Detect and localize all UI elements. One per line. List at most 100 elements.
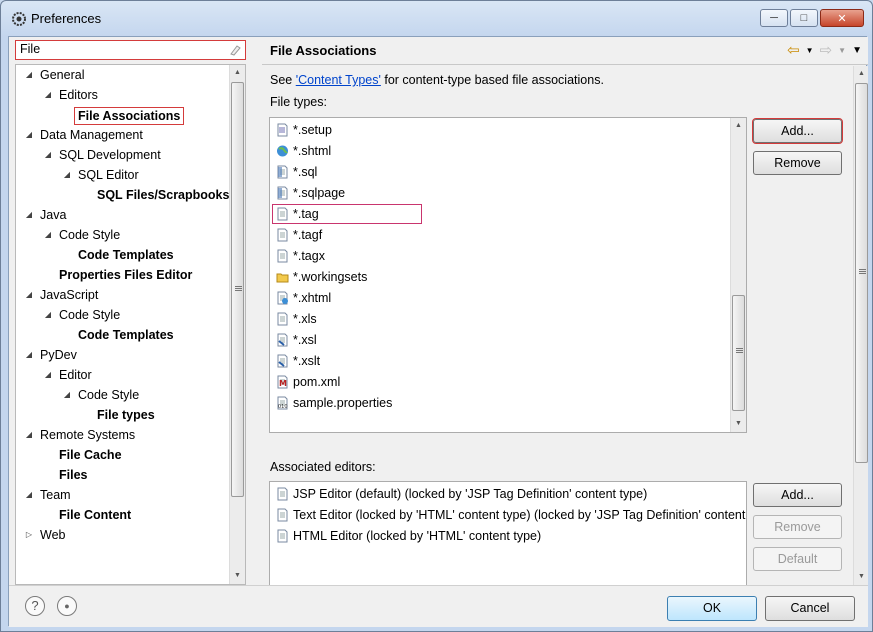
page-scrollbar[interactable]: ▲ ▼ — [853, 66, 868, 585]
tree-item-label: Code Templates — [78, 248, 174, 262]
expanded-twisty-icon[interactable]: ◢ — [24, 125, 34, 145]
add-file-type-button[interactable]: Add... — [752, 118, 843, 144]
expanded-twisty-icon[interactable]: ◢ — [43, 305, 53, 325]
preferences-window: Preferences ─ □ ✕ File ◢ General ◢ Editors F… — [0, 0, 873, 632]
file-type-row[interactable]: *.xslt — [276, 351, 716, 371]
xsl-file-icon — [277, 354, 288, 368]
expanded-twisty-icon[interactable]: ◢ — [43, 365, 53, 385]
collapsed-twisty-icon[interactable]: ▷ — [24, 525, 34, 545]
tree-item-label: SQL Files/Scrapbooks — [97, 188, 230, 202]
scroll-down-icon[interactable]: ▼ — [230, 568, 245, 584]
tree-item-label: Properties Files Editor — [59, 268, 193, 282]
associated-editors-list[interactable]: JSP Editor (default) (locked by 'JSP Tag… — [269, 481, 747, 585]
view-menu-icon[interactable]: ▼ — [852, 45, 862, 56]
text-file-icon — [277, 249, 288, 263]
file-type-row[interactable]: 010 sample.properties — [276, 393, 716, 413]
import-export-button[interactable]: ● — [57, 596, 77, 616]
file-type-row[interactable]: *.xls — [276, 309, 716, 329]
tree-item-label: Code Style — [78, 388, 140, 402]
expanded-twisty-icon[interactable]: ◢ — [24, 485, 34, 505]
scroll-down-icon[interactable]: ▼ — [731, 416, 746, 432]
expanded-twisty-icon[interactable]: ◢ — [24, 345, 34, 365]
file-type-row[interactable]: *.tag — [276, 204, 716, 224]
ok-button[interactable]: OK — [667, 596, 757, 621]
add-editor-button[interactable]: Add... — [753, 483, 842, 507]
setup-file-icon — [277, 123, 288, 137]
file-type-name: *.setup — [293, 123, 332, 137]
remove-editor-button[interactable]: Remove — [753, 515, 842, 539]
file-type-row[interactable]: *.shtml — [276, 141, 716, 161]
editor-row[interactable]: HTML Editor (locked by 'HTML' content ty… — [276, 526, 746, 546]
file-type-row[interactable]: *.xsl — [276, 330, 716, 350]
hint-prefix: See — [270, 73, 296, 87]
scroll-up-icon[interactable]: ▲ — [230, 65, 245, 81]
forward-arrow-icon[interactable]: ⇨ — [820, 41, 833, 59]
back-arrow-icon[interactable]: ⇦ — [787, 41, 800, 59]
remove-file-type-button[interactable]: Remove — [753, 151, 842, 175]
cancel-button[interactable]: Cancel — [765, 596, 855, 621]
minimize-button[interactable]: ─ — [760, 9, 788, 27]
help-button[interactable]: ? — [25, 596, 45, 616]
expanded-twisty-icon[interactable]: ◢ — [24, 425, 34, 445]
file-type-row[interactable]: *.sql — [276, 162, 716, 182]
tree-item-label: File Content — [59, 508, 132, 522]
file-types-list[interactable]: *.setup *.shtml *.sql *.sqlpage *.tag *.tagf *… — [269, 117, 747, 433]
file-type-name: *.tagx — [293, 249, 325, 263]
file-type-row[interactable]: *.xhtml — [276, 288, 716, 308]
content-types-link[interactable]: 'Content Types' — [296, 73, 381, 87]
file-type-row[interactable]: *.setup — [276, 120, 716, 140]
file-type-name: *.workingsets — [293, 270, 368, 284]
maximize-button[interactable]: □ — [790, 9, 818, 27]
close-button[interactable]: ✕ — [820, 9, 864, 27]
expanded-twisty-icon[interactable]: ◢ — [62, 165, 72, 185]
file-type-row[interactable]: Mpom.xml — [276, 372, 716, 392]
file-type-row[interactable]: *.sqlpage — [276, 183, 716, 203]
tree-item-label: File Cache — [59, 448, 122, 462]
maximize-icon: □ — [800, 12, 808, 24]
tree-item-label: Data Management — [40, 128, 143, 142]
editor-name: Text Editor (locked by 'HTML' content ty… — [293, 508, 747, 522]
text-file-icon — [277, 487, 288, 501]
close-icon: ✕ — [837, 12, 847, 25]
scroll-up-icon[interactable]: ▲ — [731, 118, 746, 134]
forward-dropdown-icon[interactable]: ▼ — [838, 46, 846, 55]
tree-scrollbar[interactable]: ▲ ▼ — [229, 65, 245, 584]
expanded-twisty-icon[interactable]: ◢ — [24, 285, 34, 305]
file-type-name: pom.xml — [293, 375, 341, 389]
scroll-thumb[interactable] — [855, 83, 868, 463]
sql-file-icon — [277, 165, 288, 179]
expanded-twisty-icon[interactable]: ◢ — [62, 385, 72, 405]
scroll-thumb[interactable] — [732, 295, 745, 411]
expanded-twisty-icon[interactable]: ◢ — [24, 65, 34, 85]
default-editor-button[interactable]: Default — [753, 547, 842, 571]
tree-item-label: Remote Systems — [40, 428, 136, 442]
scroll-down-icon[interactable]: ▼ — [854, 569, 868, 585]
back-dropdown-icon[interactable]: ▼ — [806, 46, 814, 55]
expanded-twisty-icon[interactable]: ◢ — [43, 145, 53, 165]
expanded-twisty-icon[interactable]: ◢ — [24, 205, 34, 225]
clear-filter-icon[interactable] — [229, 44, 241, 56]
file-type-row[interactable]: *.tagx — [276, 246, 716, 266]
filter-input[interactable]: File — [15, 40, 246, 60]
file-types-label: File types: — [270, 95, 327, 109]
file-type-name: *.sql — [293, 165, 318, 179]
tree-item-label: General — [40, 68, 85, 82]
file-type-row[interactable]: *.workingsets — [276, 267, 716, 287]
properties-file-icon: 010 — [277, 396, 288, 410]
tree-item-label: SQL Development — [59, 148, 161, 162]
expanded-twisty-icon[interactable]: ◢ — [43, 225, 53, 245]
file-types-scrollbar[interactable]: ▲ ▼ — [730, 118, 746, 432]
tree-item-label: File Associations — [74, 107, 185, 125]
expanded-twisty-icon[interactable]: ◢ — [43, 85, 53, 105]
globe-file-icon — [277, 145, 288, 157]
file-type-name: *.tagf — [293, 228, 323, 242]
scroll-thumb[interactable] — [231, 82, 244, 497]
page-title: File Associations — [270, 43, 377, 58]
editor-row[interactable]: JSP Editor (default) (locked by 'JSP Tag… — [276, 484, 746, 504]
dialog-body: File ◢ General ◢ Editors File Associations ◢ D… — [8, 36, 868, 627]
file-type-row[interactable]: *.tagf — [276, 225, 716, 245]
editor-row[interactable]: Text Editor (locked by 'HTML' content ty… — [276, 505, 746, 525]
page-header: File Associations ⇦ ▼ ⇨ ▼ ▼ — [262, 37, 868, 65]
file-type-name: *.xhtml — [293, 291, 332, 305]
scroll-up-icon[interactable]: ▲ — [854, 66, 868, 82]
